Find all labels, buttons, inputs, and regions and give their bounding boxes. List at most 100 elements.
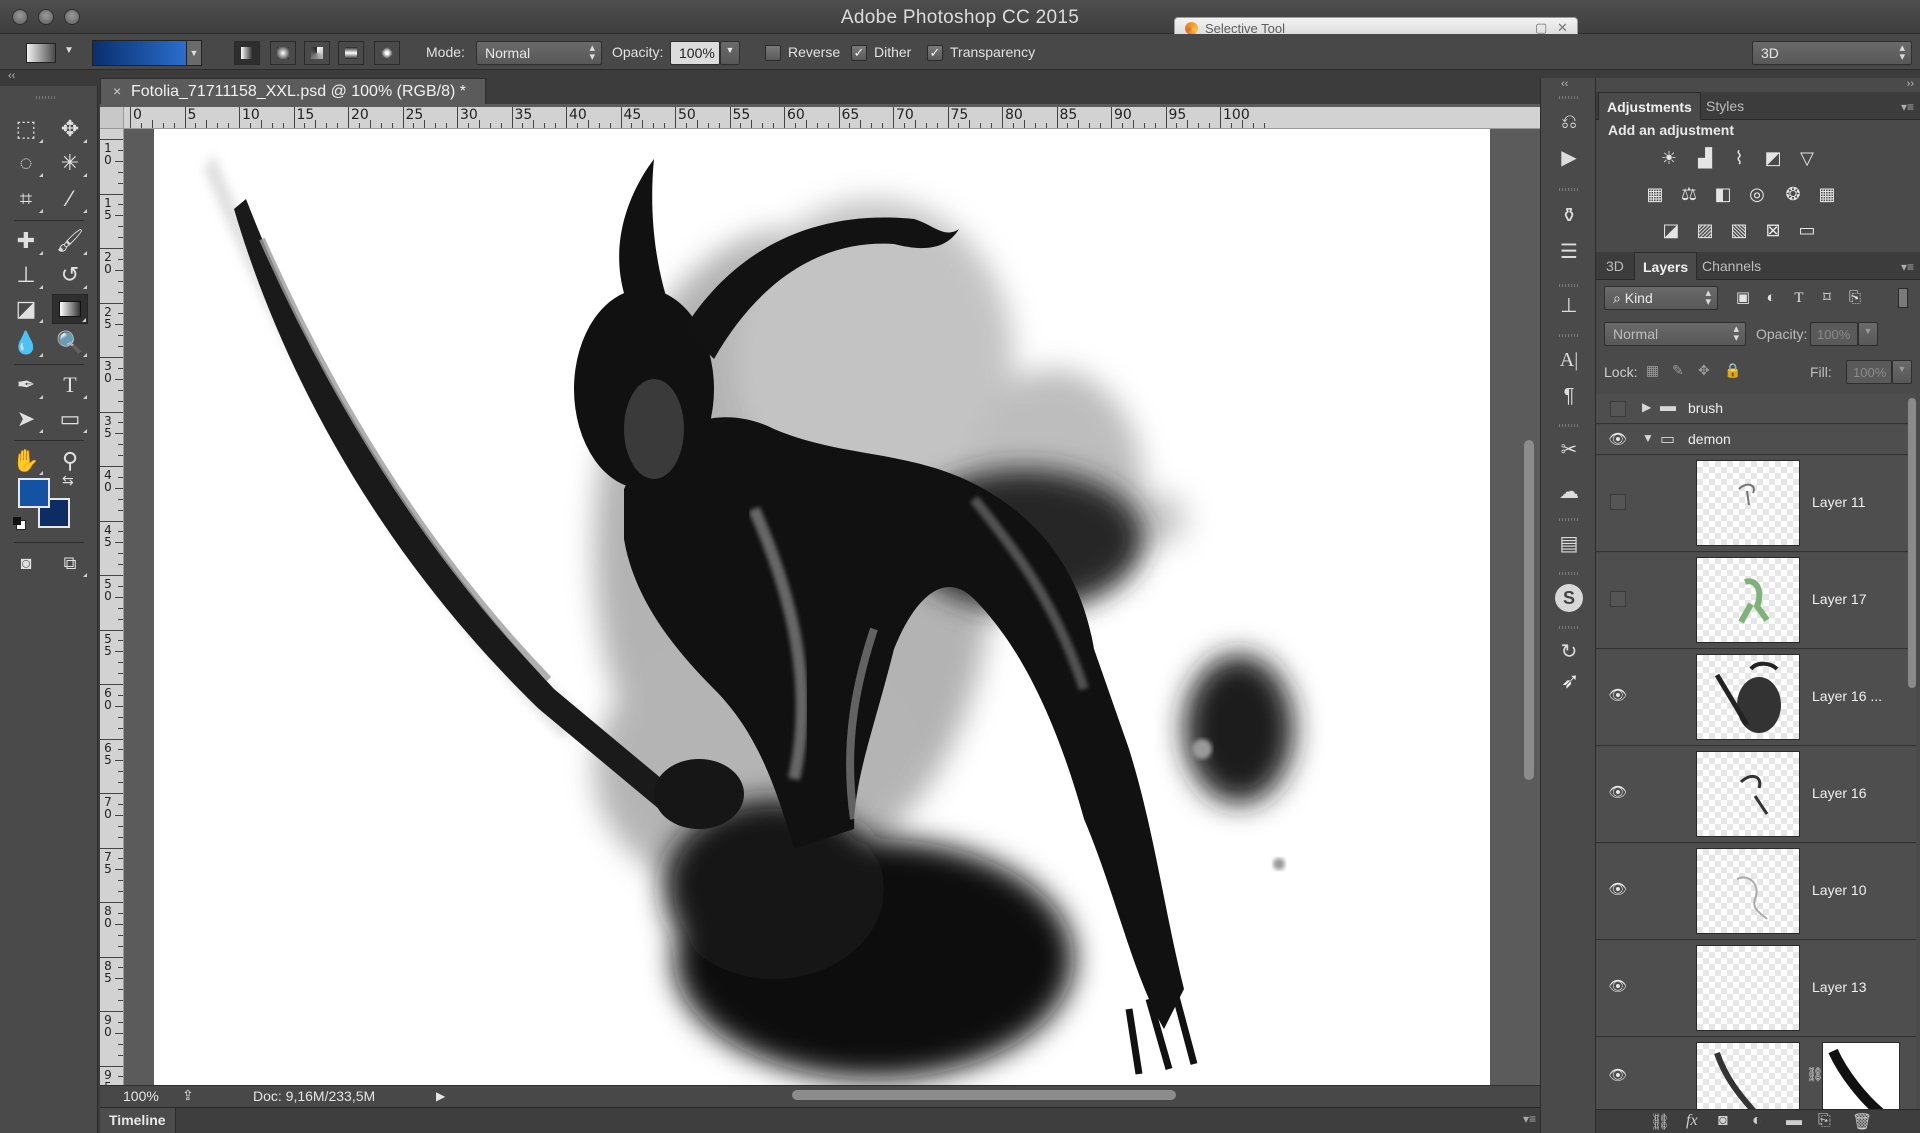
layer-group-row[interactable]: 👁 ▼ ▭ demon [1596, 425, 1916, 455]
curves-icon[interactable]: ⌇ [1726, 146, 1752, 170]
tab-channels[interactable]: Channels [1694, 252, 1769, 280]
zoom-level[interactable]: 100% [123, 1088, 159, 1104]
tool-presets-icon[interactable]: ✂ [1555, 436, 1583, 464]
layer-filter-select[interactable]: ⌕ Kind ▴ ▾ [1604, 286, 1718, 310]
clone-source-icon[interactable]: ⊥ [1555, 292, 1583, 320]
foreground-color-swatch[interactable] [18, 478, 50, 508]
fill-dropdown[interactable]: ▼ [1892, 360, 1912, 384]
canvas-area[interactable] [124, 129, 1540, 1085]
lock-position-icon[interactable]: ✥ [1698, 362, 1710, 379]
layer-row[interactable]: 👁 Layer 16 [1596, 747, 1916, 843]
panel-grip[interactable] [1559, 626, 1579, 629]
tab-adjustments[interactable]: Adjustments [1598, 92, 1701, 120]
plugin-s-icon[interactable]: S [1555, 584, 1583, 612]
type-tool-icon[interactable]: T [52, 370, 88, 400]
eye-icon[interactable]: 👁 [1608, 880, 1628, 900]
panel-menu-icon[interactable]: ▾≡ [1901, 100, 1914, 114]
tab-styles[interactable]: Styles [1698, 92, 1752, 120]
eyedropper-tool-icon[interactable]: ⁄ [52, 184, 88, 214]
share-icon[interactable]: ⇪ [182, 1087, 194, 1104]
posterize-icon[interactable]: ▨ [1692, 218, 1718, 242]
layer-row[interactable]: 👁 Layer 16 ... [1596, 650, 1916, 746]
gradient-tool-preset-icon[interactable] [26, 43, 56, 63]
eye-icon[interactable]: 👁 [1608, 430, 1628, 450]
expand-icon[interactable]: ›› [1907, 78, 1914, 90]
linear-gradient-button[interactable] [234, 41, 260, 65]
panel-grip[interactable] [1559, 424, 1579, 427]
panel-grip[interactable] [1559, 96, 1579, 99]
move-tool-icon[interactable]: ✥ [52, 114, 88, 144]
color-lookup-icon[interactable]: ▦ [1814, 182, 1840, 206]
clone-stamp-tool-icon[interactable]: ⊥ [8, 260, 44, 290]
layer-row[interactable]: 👁 ⛓ [1596, 1038, 1916, 1110]
panel-grip[interactable] [1559, 188, 1579, 191]
document-canvas[interactable] [154, 129, 1490, 1085]
vertical-scrollbar[interactable] [1524, 440, 1534, 780]
document-tab[interactable]: × Fotolia_71711158_XXL.psd @ 100% (RGB/8… [100, 78, 486, 104]
gradient-dropdown-button[interactable]: ▼ [186, 40, 202, 66]
visibility-toggle[interactable] [1610, 591, 1626, 607]
color-balance-icon[interactable]: ⚖ [1676, 182, 1702, 206]
magic-wand-tool-icon[interactable]: ✳ [52, 148, 88, 178]
threshold-icon[interactable]: ▧ [1726, 218, 1752, 242]
panel-grip[interactable] [1559, 334, 1579, 337]
fx-icon[interactable]: fx [1686, 1112, 1698, 1130]
horizontal-ruler[interactable]: 0 5 10 15 20 25 30 35 40 45 50 55 60 65 70 75 80 85 90 95 10… [124, 107, 1540, 129]
blur-tool-icon[interactable]: 💧 [8, 328, 44, 358]
tab-3d[interactable]: 3D [1598, 252, 1632, 280]
disclosure-triangle-icon[interactable]: ▼ [1642, 431, 1654, 445]
eye-icon[interactable]: 👁 [1608, 686, 1628, 706]
lasso-tool-icon[interactable]: ◌ [8, 148, 44, 178]
brush-presets-icon[interactable]: ⚱ [1555, 202, 1583, 230]
trash-icon[interactable]: 🗑 [1852, 1112, 1872, 1132]
panel-menu-icon[interactable]: ▾≡ [1901, 260, 1914, 274]
opacity-dropdown-button[interactable]: ▼ [720, 41, 740, 65]
path-selection-tool-icon[interactable]: ➤ [8, 404, 44, 434]
mode-select[interactable]: Normal ▴ ▾ [476, 41, 602, 65]
swap-colors-icon[interactable]: ⇆ [62, 472, 74, 489]
quick-mask-icon[interactable]: ◙ [8, 548, 44, 578]
layer-opacity-dropdown[interactable]: ▼ [1858, 322, 1878, 346]
eye-icon[interactable]: 👁 [1608, 1066, 1628, 1086]
collapse-icon[interactable]: ‹‹ [8, 70, 15, 82]
history-brush-tool-icon[interactable]: ↺ [52, 260, 88, 290]
angle-gradient-button[interactable] [304, 41, 330, 65]
channel-mixer-icon[interactable]: ❂ [1780, 182, 1806, 206]
link-layers-icon[interactable]: ⛓ [1650, 1112, 1670, 1132]
filter-smart-object-icon[interactable]: ⎘ [1842, 286, 1868, 310]
default-colors-icon[interactable] [13, 517, 26, 530]
lock-transparent-icon[interactable]: ▦ [1646, 362, 1659, 379]
workspace-select[interactable]: 3D ▴ ▾ [1752, 41, 1912, 65]
chevron-down-icon[interactable]: ▼ [64, 45, 74, 56]
gradient-map-icon[interactable]: ▭ [1794, 218, 1820, 242]
ruler-origin[interactable] [100, 107, 124, 129]
radial-gradient-button[interactable] [270, 41, 296, 65]
lock-all-icon[interactable]: 🔒 [1724, 362, 1741, 379]
visibility-toggle[interactable] [1610, 494, 1626, 510]
layers-scrollbar[interactable] [1908, 398, 1916, 688]
timeline-tab[interactable]: Timeline [100, 1108, 176, 1133]
eye-icon[interactable]: 👁 [1608, 783, 1628, 803]
screen-mode-icon[interactable]: ⧉ [52, 548, 88, 578]
history-icon[interactable]: ⎌ [1555, 108, 1583, 136]
marquee-tool-icon[interactable]: ⬚ [8, 114, 44, 144]
opacity-input[interactable]: 100% [670, 41, 720, 65]
disclosure-triangle-icon[interactable]: ▶ [1642, 400, 1651, 414]
actions-play-icon[interactable]: ▶ [1555, 144, 1583, 172]
layer-row[interactable]: 👁 Layer 10 [1596, 844, 1916, 940]
layer-mask-thumbnail[interactable] [1822, 1042, 1900, 1109]
filter-pixel-icon[interactable]: ▣ [1730, 286, 1756, 310]
gradient-tool-icon[interactable] [52, 294, 88, 324]
character-icon[interactable]: A| [1555, 346, 1583, 374]
fill-input[interactable]: 100% [1846, 360, 1892, 384]
pen-tool-icon[interactable]: ✒ [8, 370, 44, 400]
healing-brush-tool-icon[interactable]: ✚ [8, 226, 44, 256]
filter-adjustment-icon[interactable]: ◐ [1758, 286, 1784, 310]
close-document-icon[interactable]: × [113, 83, 121, 99]
eraser-tool-icon[interactable]: ◪ [8, 294, 44, 324]
reverse-checkbox[interactable] [765, 45, 781, 61]
filter-toggle-switch[interactable] [1898, 288, 1908, 308]
refresh-icon[interactable]: ↻ [1555, 638, 1583, 666]
selective-color-icon[interactable]: ⊠ [1760, 218, 1786, 242]
paragraph-icon[interactable]: ¶ [1555, 382, 1583, 410]
